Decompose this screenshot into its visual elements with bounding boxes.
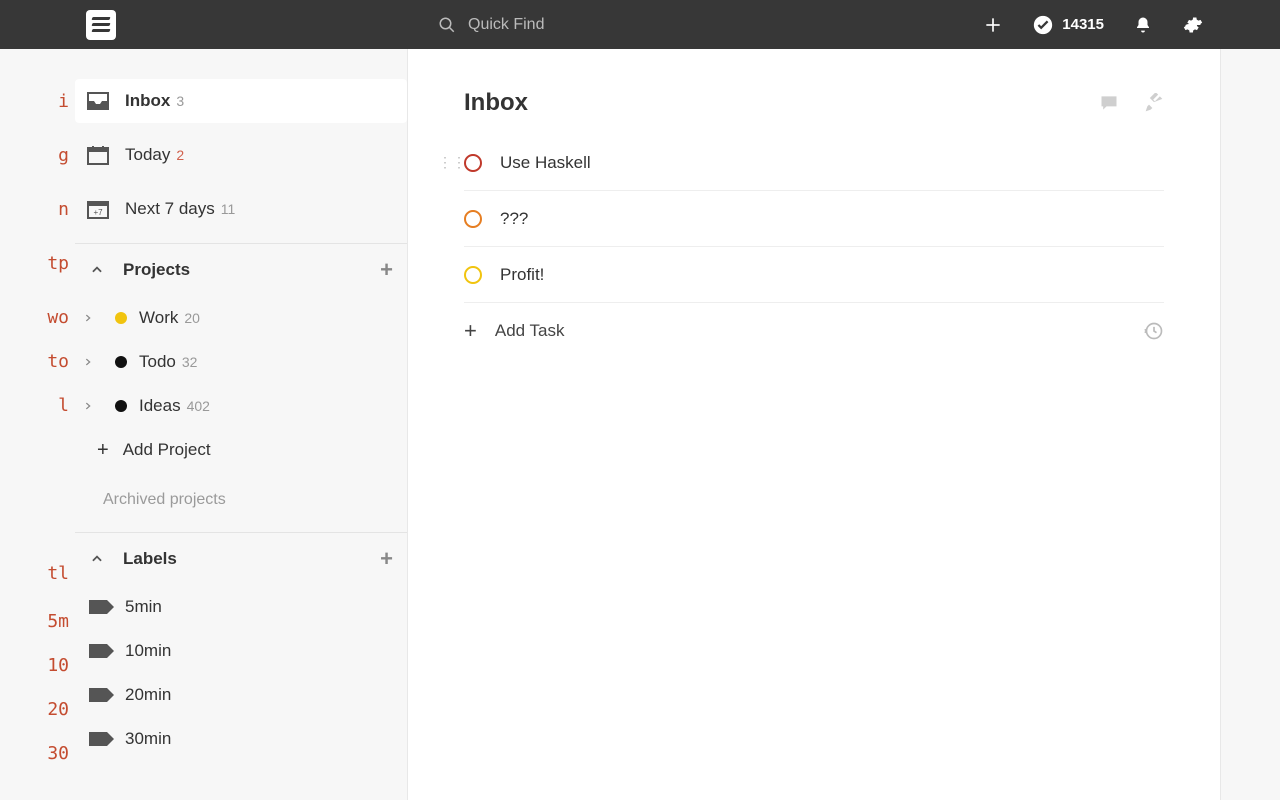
project-color-dot (115, 356, 127, 368)
inbox-count: 3 (176, 93, 184, 109)
chevron-up-icon (83, 552, 111, 566)
tools-icon[interactable] (1144, 93, 1164, 113)
add-project-label: Add Project (123, 440, 211, 460)
label-text: 20min (125, 685, 171, 705)
add-task-button[interactable]: + Add Task (464, 303, 1164, 359)
shortcut-hint: tp (0, 241, 75, 285)
task-checkbox[interactable] (464, 210, 482, 228)
tag-icon (89, 732, 107, 746)
project-label: Todo (139, 352, 176, 372)
project-count: 32 (182, 354, 198, 370)
shortcut-hints: i g n tp wo to l tl 5m 10 20 30 (0, 49, 75, 800)
shortcut-hint: 30 (0, 731, 75, 775)
next7days-count: 11 (221, 201, 236, 217)
today-count: 2 (176, 147, 184, 163)
add-task-quick-button[interactable] (982, 14, 1004, 36)
task-title: ??? (500, 209, 528, 229)
task-row[interactable]: Profit! (464, 247, 1164, 303)
chevron-right-icon[interactable] (83, 401, 103, 411)
sidebar-item-today[interactable]: Today 2 (75, 133, 407, 177)
label-text: 30min (125, 729, 171, 749)
shortcut-hint: wo (0, 295, 75, 339)
sidebar-item-inbox[interactable]: Inbox 3 (75, 79, 407, 123)
comments-icon[interactable] (1098, 93, 1120, 113)
projects-label: Projects (123, 260, 190, 280)
project-count: 402 (187, 398, 210, 414)
svg-text:+7: +7 (93, 208, 103, 217)
task-checkbox[interactable] (464, 154, 482, 172)
task-row[interactable]: ⋮⋮ Use Haskell (464, 135, 1164, 191)
task-title: Use Haskell (500, 153, 591, 173)
gear-icon (1183, 15, 1203, 35)
add-project-button[interactable]: + Add Project (75, 428, 407, 472)
project-count: 20 (184, 310, 200, 326)
shortcut-hint: g (0, 133, 75, 177)
quick-find[interactable]: Quick Find (436, 14, 544, 36)
app-logo[interactable] (86, 10, 116, 40)
label-item-5min[interactable]: 5min (75, 585, 407, 629)
project-color-dot (115, 400, 127, 412)
search-icon (436, 14, 458, 36)
archived-projects-link[interactable]: Archived projects (75, 472, 407, 528)
project-item-todo[interactable]: Todo 32 (75, 340, 407, 384)
calendar-today-icon (83, 144, 113, 166)
plus-icon: + (464, 318, 477, 344)
plus-icon: + (97, 439, 109, 462)
archived-projects-label: Archived projects (103, 491, 226, 509)
shortcut-hint: l (0, 383, 75, 427)
tag-icon (89, 644, 107, 658)
karma-count: 14315 (1062, 16, 1104, 33)
project-color-dot (115, 312, 127, 324)
karma-score[interactable]: 14315 (1032, 14, 1104, 36)
shortcut-hint: 10 (0, 643, 75, 687)
label-text: 5min (125, 597, 162, 617)
check-circle-icon (1032, 14, 1054, 36)
quick-find-placeholder: Quick Find (468, 16, 544, 34)
sidebar: Inbox 3 Today 2 +7 Next 7 days 11 Projec… (75, 49, 407, 800)
shortcut-hint: 5m (0, 599, 75, 643)
label-item-10min[interactable]: 10min (75, 629, 407, 673)
projects-header[interactable]: Projects + (75, 244, 407, 296)
chevron-right-icon[interactable] (83, 357, 103, 367)
label-text: 10min (125, 641, 171, 661)
add-task-label: Add Task (495, 321, 565, 341)
history-icon[interactable] (1144, 321, 1164, 341)
tag-icon (89, 688, 107, 702)
task-checkbox[interactable] (464, 266, 482, 284)
label-item-30min[interactable]: 30min (75, 717, 407, 761)
bell-icon (1134, 16, 1152, 34)
settings-button[interactable] (1182, 14, 1204, 36)
shortcut-hint: n (0, 187, 75, 231)
project-label: Work (139, 308, 178, 328)
labels-header[interactable]: Labels + (75, 533, 407, 585)
add-label-icon[interactable]: + (380, 546, 393, 572)
notifications-button[interactable] (1132, 14, 1154, 36)
next7days-label: Next 7 days (125, 199, 215, 219)
shortcut-hint: 20 (0, 687, 75, 731)
inbox-icon (83, 91, 113, 111)
inbox-label: Inbox (125, 91, 170, 111)
today-label: Today (125, 145, 170, 165)
add-project-icon[interactable]: + (380, 257, 393, 283)
shortcut-hint: tl (0, 547, 75, 599)
calendar-week-icon: +7 (83, 198, 113, 220)
label-item-20min[interactable]: 20min (75, 673, 407, 717)
drag-handle-icon[interactable]: ⋮⋮ (438, 154, 466, 171)
chevron-up-icon (83, 263, 111, 277)
page-title: Inbox (464, 89, 1098, 117)
main-content: Inbox ⋮⋮ Use Haskell ??? (407, 49, 1221, 800)
shortcut-hint: to (0, 339, 75, 383)
project-item-work[interactable]: Work 20 (75, 296, 407, 340)
task-title: Profit! (500, 265, 544, 285)
chevron-right-icon[interactable] (83, 313, 103, 323)
sidebar-item-next7days[interactable]: +7 Next 7 days 11 (75, 187, 407, 231)
tag-icon (89, 600, 107, 614)
labels-label: Labels (123, 549, 177, 569)
task-row[interactable]: ??? (464, 191, 1164, 247)
shortcut-hint: i (0, 79, 75, 123)
project-label: Ideas (139, 396, 181, 416)
project-item-ideas[interactable]: Ideas 402 (75, 384, 407, 428)
top-bar: Quick Find 14315 (0, 0, 1280, 49)
